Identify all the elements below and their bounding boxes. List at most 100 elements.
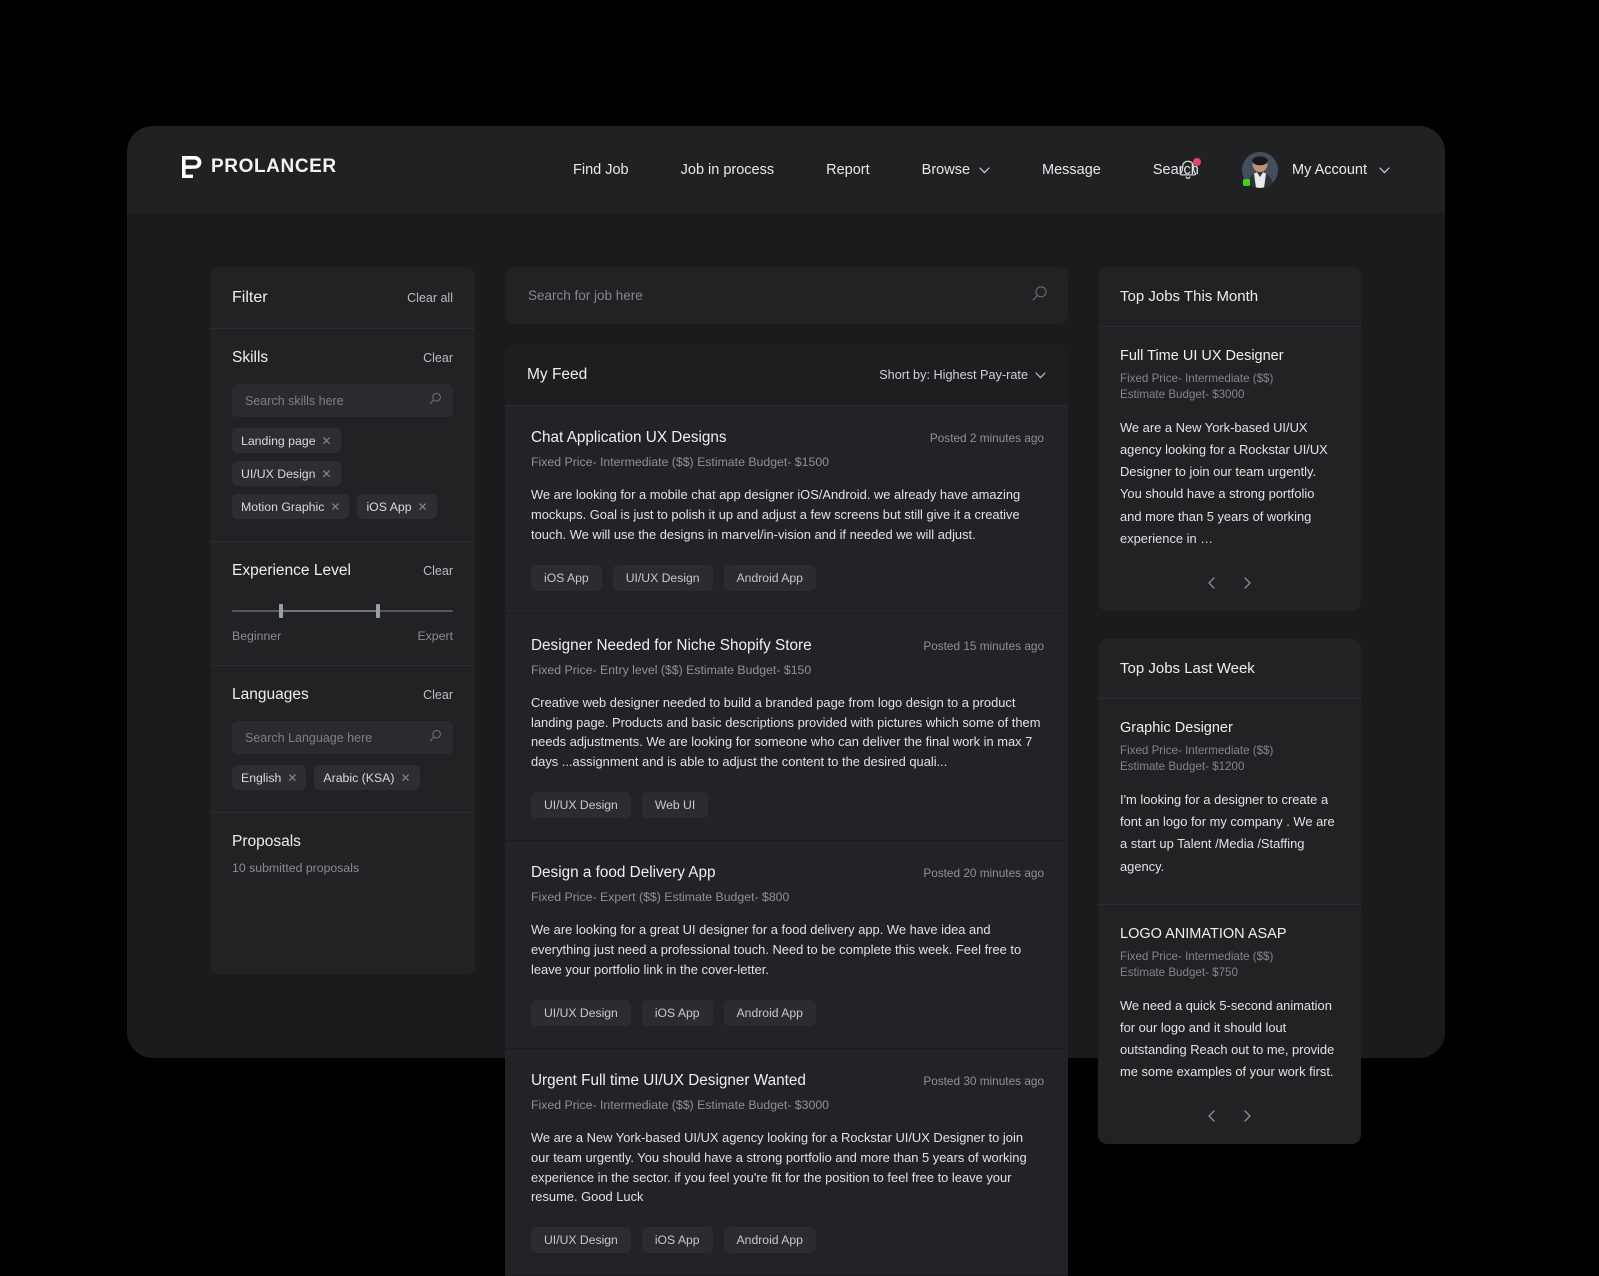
job-meta: Fixed Price- Expert ($$) Estimate Budget… — [531, 890, 1044, 904]
skill-chip[interactable]: Landing page ✕ — [232, 428, 341, 453]
job-card[interactable]: Design a food Delivery App Posted 20 min… — [505, 841, 1068, 1049]
sort-dropdown[interactable]: Short by: Highest Pay-rate — [879, 368, 1046, 382]
slider-handle-max[interactable] — [376, 604, 380, 618]
skill-chip[interactable]: iOS App ✕ — [357, 494, 436, 519]
header-actions: My Account — [1176, 126, 1390, 214]
clear-all-button[interactable]: Clear all — [407, 291, 453, 305]
job-title: Chat Application UX Designs — [531, 429, 727, 447]
experience-clear-button[interactable]: Clear — [423, 564, 453, 578]
chip-label: UI/UX Design — [241, 467, 316, 481]
feed-header: My Feed Short by: Highest Pay-rate — [505, 345, 1068, 406]
carousel-next-icon[interactable] — [1240, 1109, 1254, 1123]
sort-label: Short by: Highest Pay-rate — [879, 368, 1028, 382]
job-description: We are looking for a great UI designer f… — [531, 920, 1044, 980]
job-tag[interactable]: Android App — [724, 1000, 816, 1026]
languages-title: Languages — [232, 686, 309, 704]
remove-chip-icon[interactable]: ✕ — [400, 772, 410, 784]
side-job-description: We are a New York-based UI/UX agency loo… — [1120, 417, 1339, 556]
slider-labels: Beginner Expert — [232, 629, 453, 643]
job-meta: Fixed Price- Entry level ($$) Estimate B… — [531, 663, 1044, 677]
skills-search-box[interactable] — [232, 384, 453, 417]
remove-chip-icon[interactable]: ✕ — [287, 772, 297, 784]
language-chip[interactable]: Arabic (KSA) ✕ — [314, 765, 419, 790]
nav-item-find-job[interactable]: Find Job — [547, 162, 655, 178]
nav-label: Message — [1042, 162, 1101, 178]
top-jobs-this-month-panel: Top Jobs This Month Full Time UI UX Desi… — [1098, 267, 1361, 611]
job-tag[interactable]: Android App — [724, 1227, 816, 1253]
filter-title: Filter — [232, 289, 268, 307]
feed-column: My Feed Short by: Highest Pay-rate Chat … — [505, 267, 1068, 1276]
job-meta: Fixed Price- Intermediate ($$) Estimate … — [531, 455, 1044, 469]
side-job-item[interactable]: Full Time UI UX Designer Fixed Price- In… — [1098, 327, 1361, 556]
job-tag[interactable]: iOS App — [531, 565, 602, 591]
job-card[interactable]: Urgent Full time UI/UX Designer Wanted P… — [505, 1049, 1068, 1276]
nav-item-job-in-process[interactable]: Job in process — [655, 162, 801, 178]
skills-clear-button[interactable]: Clear — [423, 351, 453, 365]
job-tag[interactable]: iOS App — [642, 1227, 713, 1253]
languages-search-box[interactable] — [232, 721, 453, 754]
job-posted-time: Posted 15 minutes ago — [923, 639, 1044, 653]
nav-label: Browse — [922, 162, 970, 178]
job-search-box[interactable] — [505, 267, 1068, 324]
job-tag[interactable]: UI/UX Design — [531, 1000, 631, 1026]
language-chip[interactable]: English ✕ — [232, 765, 306, 790]
nav-item-browse[interactable]: Browse — [896, 162, 1016, 178]
search-input[interactable] — [526, 287, 1031, 304]
job-card[interactable]: Chat Application UX Designs Posted 2 min… — [505, 406, 1068, 614]
carousel-next-icon[interactable] — [1240, 576, 1254, 590]
skills-search-input[interactable] — [243, 393, 429, 409]
skill-chip[interactable]: UI/UX Design ✕ — [232, 461, 341, 486]
languages-clear-button[interactable]: Clear — [423, 688, 453, 702]
side-job-meta-line2: Estimate Budget- $1200 — [1120, 759, 1339, 775]
side-job-item[interactable]: Graphic Designer Fixed Price- Intermedia… — [1098, 699, 1361, 884]
job-tag[interactable]: UI/UX Design — [531, 1227, 631, 1253]
job-posted-time: Posted 20 minutes ago — [923, 866, 1044, 880]
remove-chip-icon[interactable]: ✕ — [322, 435, 332, 447]
job-tag[interactable]: UI/UX Design — [613, 565, 713, 591]
carousel-nav — [1098, 1089, 1361, 1144]
slider-handle-min[interactable] — [279, 604, 283, 618]
search-icon[interactable] — [1031, 285, 1048, 307]
side-job-description: I'm looking for a designer to create a f… — [1120, 789, 1339, 884]
brand-name: PROLANCER — [211, 156, 337, 178]
proposals-title: Proposals — [232, 833, 301, 851]
avatar[interactable] — [1242, 152, 1278, 188]
bell-icon — [1176, 169, 1200, 186]
notifications-button[interactable] — [1176, 158, 1200, 182]
job-tag[interactable]: UI/UX Design — [531, 792, 631, 818]
skill-chip[interactable]: Motion Graphic ✕ — [232, 494, 349, 519]
brand-logo[interactable]: PROLANCER — [182, 156, 337, 178]
skills-chip-list: Landing page ✕ UI/UX Design ✕ Motion Gra… — [232, 428, 453, 519]
remove-chip-icon[interactable]: ✕ — [330, 501, 340, 513]
job-title: Urgent Full time UI/UX Designer Wanted — [531, 1072, 806, 1090]
job-card[interactable]: Designer Needed for Niche Shopify Store … — [505, 614, 1068, 842]
side-job-title: Graphic Designer — [1120, 720, 1339, 736]
nav-label: Find Job — [573, 162, 629, 178]
languages-search-input[interactable] — [243, 730, 429, 746]
job-tag-list: iOS App UI/UX Design Android App — [531, 565, 1044, 591]
side-job-item[interactable]: LOGO ANIMATION ASAP Fixed Price- Interme… — [1098, 904, 1361, 1090]
slider-max-label: Expert — [417, 629, 453, 643]
panel-title: Top Jobs This Month — [1120, 288, 1258, 305]
job-tag-list: UI/UX Design Web UI — [531, 792, 1044, 818]
nav-item-message[interactable]: Message — [1016, 162, 1127, 178]
remove-chip-icon[interactable]: ✕ — [322, 468, 332, 480]
job-tag[interactable]: Web UI — [642, 792, 708, 818]
chip-label: English — [241, 771, 281, 785]
proposals-subtitle: 10 submitted proposals — [232, 861, 453, 875]
chip-label: Landing page — [241, 434, 316, 448]
notification-badge — [1193, 158, 1201, 166]
carousel-prev-icon[interactable] — [1205, 1109, 1219, 1123]
account-chevron-down-icon[interactable] — [1379, 161, 1390, 179]
job-tag[interactable]: iOS App — [642, 1000, 713, 1026]
nav-item-report[interactable]: Report — [800, 162, 896, 178]
filter-section-languages: Languages Clear English ✕ Arabic — [210, 666, 475, 813]
carousel-prev-icon[interactable] — [1205, 576, 1219, 590]
chevron-down-icon — [979, 162, 990, 178]
job-posted-time: Posted 30 minutes ago — [923, 1074, 1044, 1088]
job-tag[interactable]: Android App — [724, 565, 816, 591]
chevron-down-icon — [1035, 368, 1046, 382]
remove-chip-icon[interactable]: ✕ — [418, 501, 428, 513]
languages-chip-list: English ✕ Arabic (KSA) ✕ — [232, 765, 453, 790]
experience-range-slider[interactable] — [232, 604, 453, 618]
